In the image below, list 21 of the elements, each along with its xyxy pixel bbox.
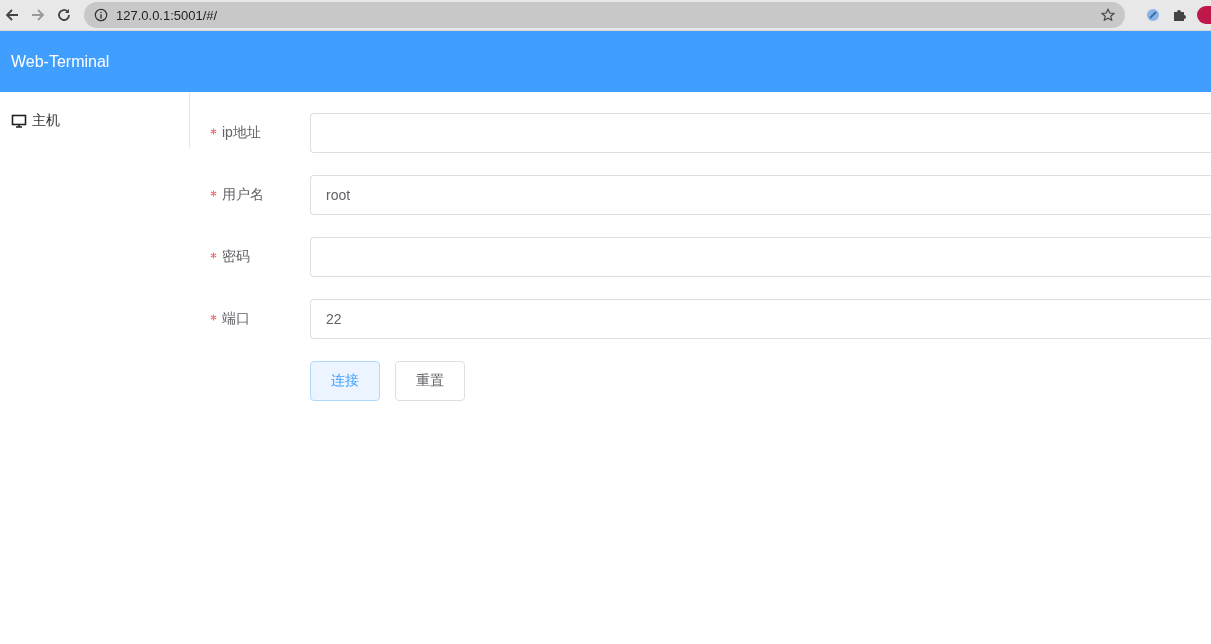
field-label: 用户名 xyxy=(222,186,264,204)
monitor-icon xyxy=(11,113,27,129)
input-field[interactable]: root xyxy=(310,175,1211,215)
input-field[interactable] xyxy=(310,237,1211,277)
puzzle-icon[interactable] xyxy=(1171,7,1187,23)
input-field[interactable] xyxy=(310,113,1211,153)
field-label: ip地址 xyxy=(222,124,261,142)
field-label: 密码 xyxy=(222,248,250,266)
address-bar[interactable]: 127.0.0.1:5001/#/ xyxy=(84,2,1125,28)
star-icon[interactable] xyxy=(1101,8,1115,22)
app-title: Web-Terminal xyxy=(11,52,110,71)
reset-button[interactable]: 重置 xyxy=(395,361,465,401)
profile-avatar[interactable] xyxy=(1197,6,1211,24)
input-field[interactable]: 22 xyxy=(310,299,1211,339)
field-label: 端口 xyxy=(222,310,250,328)
reload-icon[interactable] xyxy=(56,7,72,23)
sidebar-item[interactable]: 主机 xyxy=(0,112,60,130)
extension-icon[interactable] xyxy=(1145,7,1161,23)
info-icon xyxy=(94,8,108,22)
url-text: 127.0.0.1:5001/#/ xyxy=(116,7,218,23)
back-icon[interactable] xyxy=(4,7,20,23)
